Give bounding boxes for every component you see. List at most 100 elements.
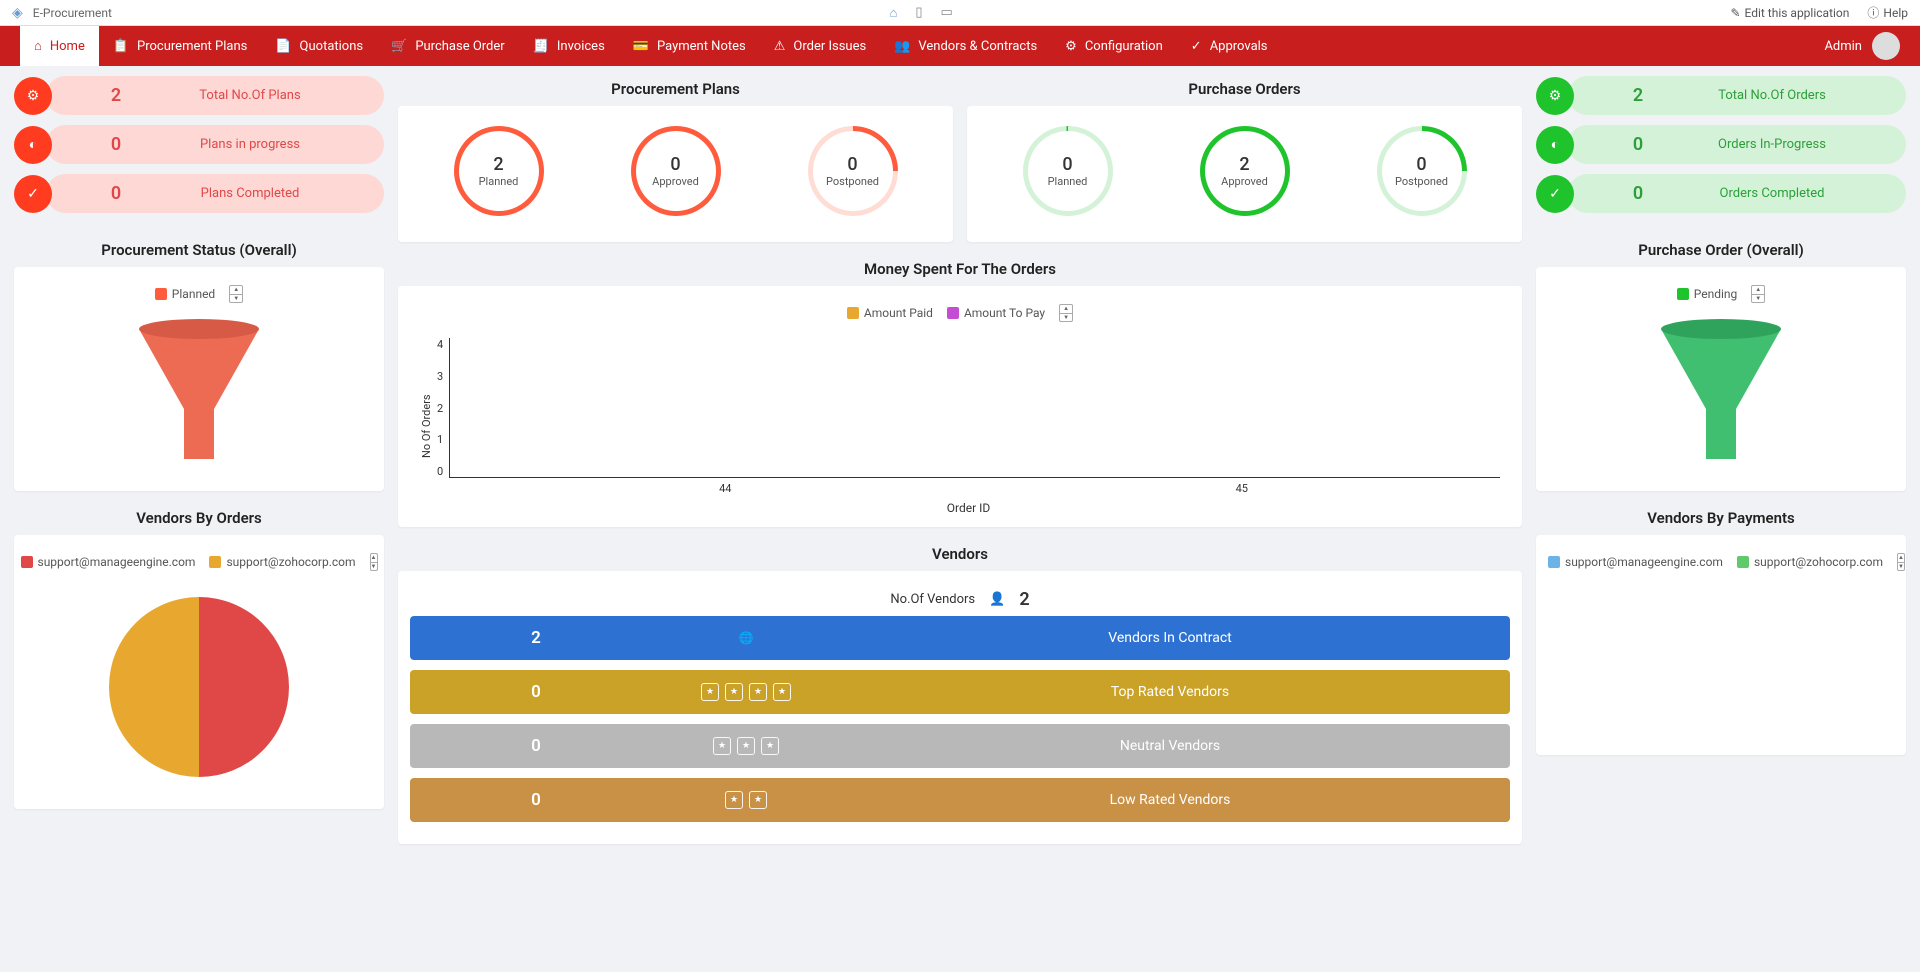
nav-label: Procurement Plans: [137, 39, 247, 54]
donut-value: 2: [493, 154, 503, 175]
legend-label: support@manageengine.com: [1565, 555, 1723, 569]
donut-wrap: 0Postponed: [808, 126, 898, 222]
edit-application-link[interactable]: ✎ Edit this application: [1730, 6, 1849, 20]
procurement-plans-title: Procurement Plans: [398, 80, 953, 98]
donut-label: Planned: [1048, 175, 1088, 188]
stat-pill: 0Plans Completed: [46, 174, 384, 213]
stat-icon: ◐: [1536, 126, 1574, 164]
stat-label: Orders In-Progress: [1658, 137, 1886, 152]
no-of-vendors-label: No.Of Vendors: [890, 592, 975, 607]
x-tick: 45: [1236, 482, 1248, 495]
proc-status-title: Procurement Status (Overall): [14, 241, 384, 259]
stat-label: Plans Completed: [136, 186, 364, 201]
nav-label: Approvals: [1210, 39, 1268, 54]
help-link[interactable]: ⓘHelp: [1867, 4, 1908, 21]
nav-item-quotations[interactable]: 📄Quotations: [261, 26, 377, 66]
legend-box: [847, 307, 859, 319]
donut-value: 0: [1062, 154, 1072, 175]
nav-item-configuration[interactable]: ⚙Configuration: [1051, 26, 1177, 66]
stat-value: 0: [1618, 134, 1658, 155]
legend-box: [1677, 288, 1689, 300]
nav-label: Purchase Order: [415, 39, 504, 54]
nav-item-home[interactable]: ⌂Home: [20, 26, 99, 66]
tablet-icon[interactable]: ▯: [915, 5, 922, 21]
purchase-orders-title: Purchase Orders: [967, 80, 1522, 98]
star-icon: ★: [725, 683, 743, 701]
nav-icon: 🧾: [533, 39, 549, 54]
legend-spinner[interactable]: ▲▼: [1059, 304, 1073, 322]
nav-icon: ⌂: [34, 38, 42, 54]
vendor-count: 2: [426, 628, 646, 648]
stat-row: ◐0Plans in progress: [14, 125, 384, 164]
nav-item-vendors-contracts[interactable]: 👥 Vendors & Contracts: [880, 26, 1051, 66]
legend-spinner[interactable]: ▲▼: [370, 553, 378, 571]
pencil-icon: ✎: [1730, 6, 1740, 20]
donut-label: Approved: [652, 175, 699, 188]
legend-box: [1548, 556, 1560, 568]
stat-label: Total No.Of Plans: [136, 88, 364, 103]
stat-icon: ✓: [1536, 175, 1574, 213]
avatar[interactable]: [1872, 32, 1900, 60]
vendors-payments-card: support@manageengine.com support@zohocor…: [1536, 535, 1906, 755]
stat-row: ⚙2Total No.Of Orders: [1536, 76, 1906, 115]
help-label: Help: [1883, 6, 1908, 20]
x-axis-label: Order ID: [437, 501, 1500, 515]
legend-spinner[interactable]: ▲▼: [1897, 553, 1905, 571]
nav-label: Configuration: [1085, 39, 1163, 54]
legend-label: support@zohocorp.com: [1754, 555, 1883, 569]
donut-label: Planned: [479, 175, 519, 188]
vendor-icons: ★★★: [646, 737, 846, 755]
donut: 0Planned: [1023, 126, 1113, 216]
vendor-bar[interactable]: 0★★Low Rated Vendors: [410, 778, 1510, 822]
edit-label: Edit this application: [1745, 6, 1850, 20]
donut-value: 0: [847, 154, 857, 175]
nav-item-invoices[interactable]: 🧾Invoices: [519, 26, 619, 66]
nav-label: Vendors & Contracts: [918, 39, 1037, 54]
stat-icon: ⚙: [14, 77, 52, 115]
legend-spinner[interactable]: ▲▼: [1751, 285, 1765, 303]
donut-value: 0: [1416, 154, 1426, 175]
stat-icon: ✓: [14, 175, 52, 213]
nav-icon: ⚠: [774, 39, 786, 54]
proc-status-card: Planned ▲▼: [14, 267, 384, 491]
nav-label: Payment Notes: [657, 39, 746, 54]
nav-item-purchase-order[interactable]: 🛒Purchase Order: [377, 26, 519, 66]
vendors-orders-card: support@manageengine.com support@zohocor…: [14, 535, 384, 809]
stat-label: Orders Completed: [1658, 186, 1886, 201]
stat-pill: 0Orders In-Progress: [1568, 125, 1906, 164]
globe-icon: 🌐: [739, 631, 754, 645]
donut-wrap: 2Planned: [454, 126, 544, 222]
vendor-bar[interactable]: 0★★★★Top Rated Vendors: [410, 670, 1510, 714]
legend-spinner[interactable]: ▲▼: [229, 285, 243, 303]
vendor-bar[interactable]: 0★★★Neutral Vendors: [410, 724, 1510, 768]
donut-label: Approved: [1221, 175, 1268, 188]
desktop-icon[interactable]: ⌂: [890, 5, 898, 21]
stat-pill: 2Total No.Of Orders: [1568, 76, 1906, 115]
nav-icon: 👥: [894, 39, 910, 54]
top-bar: ◈ E-Procurement ⌂ ▯ ▭ ✎Edit this applica…: [0, 0, 1920, 26]
stat-pill: 2Total No.Of Plans: [46, 76, 384, 115]
stat-value: 0: [96, 134, 136, 155]
star-icon: ★: [701, 683, 719, 701]
nav-label: Order Issues: [793, 39, 866, 54]
star-icon: ★: [749, 791, 767, 809]
nav-item-payment-notes[interactable]: 💳Payment Notes: [619, 26, 760, 66]
legend-label: Planned: [172, 287, 215, 301]
stat-icon: ◐: [14, 126, 52, 164]
money-spent-title: Money Spent For The Orders: [398, 260, 1522, 278]
star-icon: ★: [725, 791, 743, 809]
nav-item-approvals[interactable]: ✓Approvals: [1177, 26, 1282, 66]
donut: 0Postponed: [1377, 126, 1467, 216]
legend-label: Pending: [1694, 287, 1738, 301]
nav-item-procurement-plans[interactable]: 📋Procurement Plans: [99, 26, 262, 66]
vendor-bar[interactable]: 2🌐Vendors In Contract: [410, 616, 1510, 660]
vendor-count: 0: [426, 682, 646, 702]
nav-item-order-issues[interactable]: ⚠ Order Issues: [760, 26, 880, 66]
person-icon: 👤: [989, 592, 1005, 607]
bar-chart: No Of Orders 43210 4445 Order ID: [410, 328, 1510, 515]
stat-row: ◐0Orders In-Progress: [1536, 125, 1906, 164]
nav-bar: ⌂Home📋Procurement Plans📄Quotations🛒Purch…: [0, 26, 1920, 66]
vendors-title: Vendors: [398, 545, 1522, 563]
mobile-icon[interactable]: ▭: [941, 5, 953, 21]
donut: 0Approved: [631, 126, 721, 216]
